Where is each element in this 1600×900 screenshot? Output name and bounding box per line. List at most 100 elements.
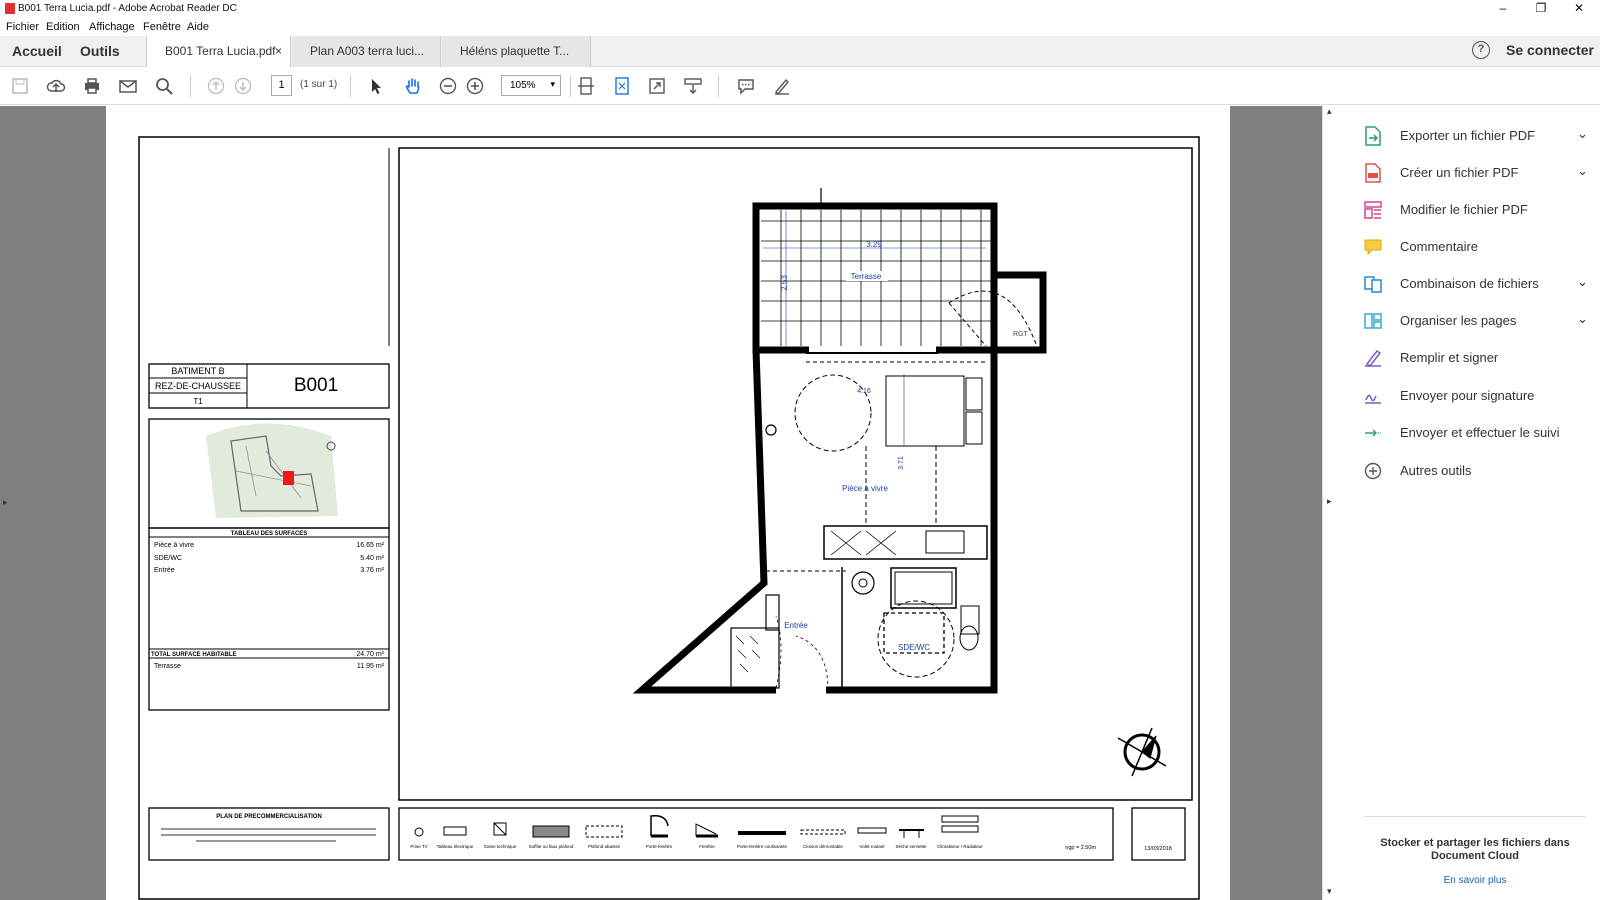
window-title: B001 Terra Lucia.pdf - Adobe Acrobat Rea… bbox=[18, 3, 237, 14]
precom-title: PLAN DE PRECOMMERCIALISATION bbox=[216, 814, 322, 820]
scroll-up-icon[interactable]: ▴ bbox=[1327, 106, 1332, 117]
plan-date: 13/03/2018 bbox=[1144, 846, 1172, 852]
tools-panel: Exporter un fichier PDF ⌄ Créer un fichie… bbox=[1350, 106, 1600, 900]
nav-outils[interactable]: Outils bbox=[80, 43, 120, 59]
page-number-input[interactable]: 1 bbox=[271, 75, 292, 96]
menu-fenetre[interactable]: Fenêtre bbox=[143, 21, 181, 33]
menu-aide[interactable]: Aide bbox=[187, 21, 209, 33]
svg-text:Sèche serviette: Sèche serviette bbox=[895, 844, 927, 849]
full-screen-icon[interactable] bbox=[647, 76, 667, 96]
document-cloud-promo: Stocker et partager les fichiers dans Do… bbox=[1364, 816, 1586, 886]
plan-box bbox=[398, 147, 1193, 801]
separator bbox=[718, 75, 719, 97]
tool-send-track[interactable]: Envoyer et effectuer le suivi bbox=[1364, 423, 1594, 447]
highlight-pen-icon[interactable] bbox=[772, 76, 792, 96]
combine-files-icon bbox=[1364, 276, 1382, 293]
menu-affichage[interactable]: Affichage bbox=[89, 21, 135, 33]
chevron-down-icon: ⌄ bbox=[1577, 163, 1588, 178]
tab-b001[interactable]: B001 Terra Lucia.pdf × bbox=[146, 36, 291, 67]
minimize-button[interactable]: – bbox=[1484, 0, 1522, 18]
vertical-scrollbar[interactable]: ▴ ▸ ▾ bbox=[1322, 106, 1340, 900]
menu-edition[interactable]: Edition bbox=[46, 21, 80, 33]
next-page-icon[interactable] bbox=[233, 76, 253, 96]
plus-circle-icon bbox=[1364, 462, 1382, 480]
svg-text:Prise TV: Prise TV bbox=[410, 844, 427, 849]
zoom-out-icon[interactable] bbox=[438, 76, 458, 96]
tool-fill-sign[interactable]: Remplir et signer bbox=[1364, 348, 1594, 372]
tab-bar: Accueil Outils B001 Terra Lucia.pdf × Pl… bbox=[0, 36, 1600, 67]
menu-bar: Fichier Edition Affichage Fenêtre Aide bbox=[0, 18, 1600, 36]
dim-2: 2.53 bbox=[780, 275, 789, 291]
svg-text:Climatiseur / Radiateur: Climatiseur / Radiateur bbox=[937, 844, 983, 849]
tool-comment[interactable]: Commentaire bbox=[1364, 237, 1594, 261]
document-area[interactable]: ▸ BATIMENT B REZ-DE-CHAUSSEE T1 B001 TAB… bbox=[0, 106, 1340, 900]
tab-plan-a003[interactable]: Plan A003 terra luci... bbox=[292, 36, 441, 67]
room-terrasse: Terrasse bbox=[851, 272, 882, 281]
hand-tool-icon[interactable] bbox=[403, 76, 423, 96]
chevron-down-icon: ⌄ bbox=[1577, 311, 1588, 326]
room-1: Pièce à vivre bbox=[154, 542, 194, 549]
page-count: (1 sur 1) bbox=[300, 79, 338, 90]
right-panel-toggle-icon[interactable]: ▸ bbox=[1327, 496, 1332, 507]
title-bar: B001 Terra Lucia.pdf - Adobe Acrobat Rea… bbox=[0, 0, 1600, 18]
tab-label: Héléns plaquette T... bbox=[460, 44, 570, 58]
save-icon[interactable] bbox=[10, 76, 30, 96]
zoom-in-icon[interactable] bbox=[465, 76, 485, 96]
create-pdf-icon bbox=[1365, 163, 1381, 183]
svg-text:Tableau électrique: Tableau électrique bbox=[437, 844, 474, 849]
tool-more[interactable]: Autres outils bbox=[1364, 461, 1594, 485]
tool-combine[interactable]: Combinaison de fichiers ⌄ bbox=[1364, 274, 1594, 298]
restore-button[interactable]: ❐ bbox=[1522, 0, 1560, 18]
tool-organize[interactable]: Organiser les pages ⌄ bbox=[1364, 311, 1594, 335]
nav-accueil[interactable]: Accueil bbox=[12, 43, 62, 59]
page-frame bbox=[138, 136, 1200, 900]
help-icon[interactable]: ? bbox=[1472, 41, 1490, 59]
search-icon[interactable] bbox=[154, 76, 174, 96]
fit-page-icon[interactable] bbox=[612, 76, 632, 96]
left-panel-toggle-icon[interactable]: ▸ bbox=[3, 497, 8, 508]
total-label: TOTAL SURFACE HABITABLE bbox=[151, 652, 237, 658]
learn-more-link[interactable]: En savoir plus bbox=[1364, 875, 1586, 886]
scroll-down-icon[interactable]: ▾ bbox=[1327, 886, 1332, 897]
date-box bbox=[1131, 807, 1186, 861]
edit-pdf-icon bbox=[1364, 201, 1382, 219]
close-window-button[interactable]: ✕ bbox=[1560, 0, 1598, 18]
legend-symbols bbox=[414, 814, 979, 838]
terrace-label: Terrasse bbox=[154, 663, 181, 670]
scale-label: ngp = 2.50m bbox=[1065, 845, 1096, 851]
upload-cloud-icon[interactable] bbox=[46, 76, 66, 96]
svg-text:Volet roulant: Volet roulant bbox=[859, 844, 885, 849]
organize-pages-icon bbox=[1364, 313, 1382, 329]
fill-sign-icon bbox=[1365, 349, 1382, 368]
type-label: T1 bbox=[193, 397, 203, 406]
tab-close-icon[interactable]: × bbox=[275, 44, 282, 58]
select-cursor-icon[interactable] bbox=[366, 76, 386, 96]
tool-create-pdf[interactable]: Créer un fichier PDF ⌄ bbox=[1364, 163, 1594, 187]
tool-edit-pdf[interactable]: Modifier le fichier PDF bbox=[1364, 200, 1594, 224]
svg-text:Soffite ou faux plafond: Soffite ou faux plafond bbox=[529, 844, 574, 849]
tool-send-signature[interactable]: Envoyer pour signature bbox=[1364, 386, 1594, 410]
menu-fichier[interactable]: Fichier bbox=[6, 21, 39, 33]
pdf-app-icon bbox=[5, 3, 15, 14]
toolbar: 1 (1 sur 1) 105% bbox=[0, 67, 1600, 105]
prev-page-icon[interactable] bbox=[206, 76, 226, 96]
zoom-select[interactable]: 105% bbox=[501, 75, 561, 96]
tab-label: B001 Terra Lucia.pdf bbox=[165, 44, 276, 58]
print-icon[interactable] bbox=[82, 76, 102, 96]
mail-icon[interactable] bbox=[118, 76, 138, 96]
connect-link[interactable]: Se connecter bbox=[1506, 42, 1594, 58]
svg-text:Porte-fenêtre: Porte-fenêtre bbox=[646, 844, 673, 849]
tool-export-pdf[interactable]: Exporter un fichier PDF ⌄ bbox=[1364, 126, 1594, 150]
comment-icon[interactable] bbox=[736, 76, 756, 96]
read-mode-icon[interactable] bbox=[683, 76, 703, 96]
scroll-mode-icon[interactable] bbox=[576, 76, 596, 96]
tab-helenis[interactable]: Héléns plaquette T... bbox=[442, 36, 591, 67]
room-entree: Entrée bbox=[784, 621, 808, 630]
apartment bbox=[632, 346, 998, 694]
room-rgt: RGT bbox=[1013, 331, 1029, 338]
tab-label: Plan A003 terra luci... bbox=[310, 44, 425, 58]
site-map bbox=[206, 423, 338, 518]
dim-3: 4.16 bbox=[857, 388, 871, 395]
area-1: 16.65 m² bbox=[356, 542, 384, 549]
export-pdf-icon bbox=[1365, 126, 1381, 146]
